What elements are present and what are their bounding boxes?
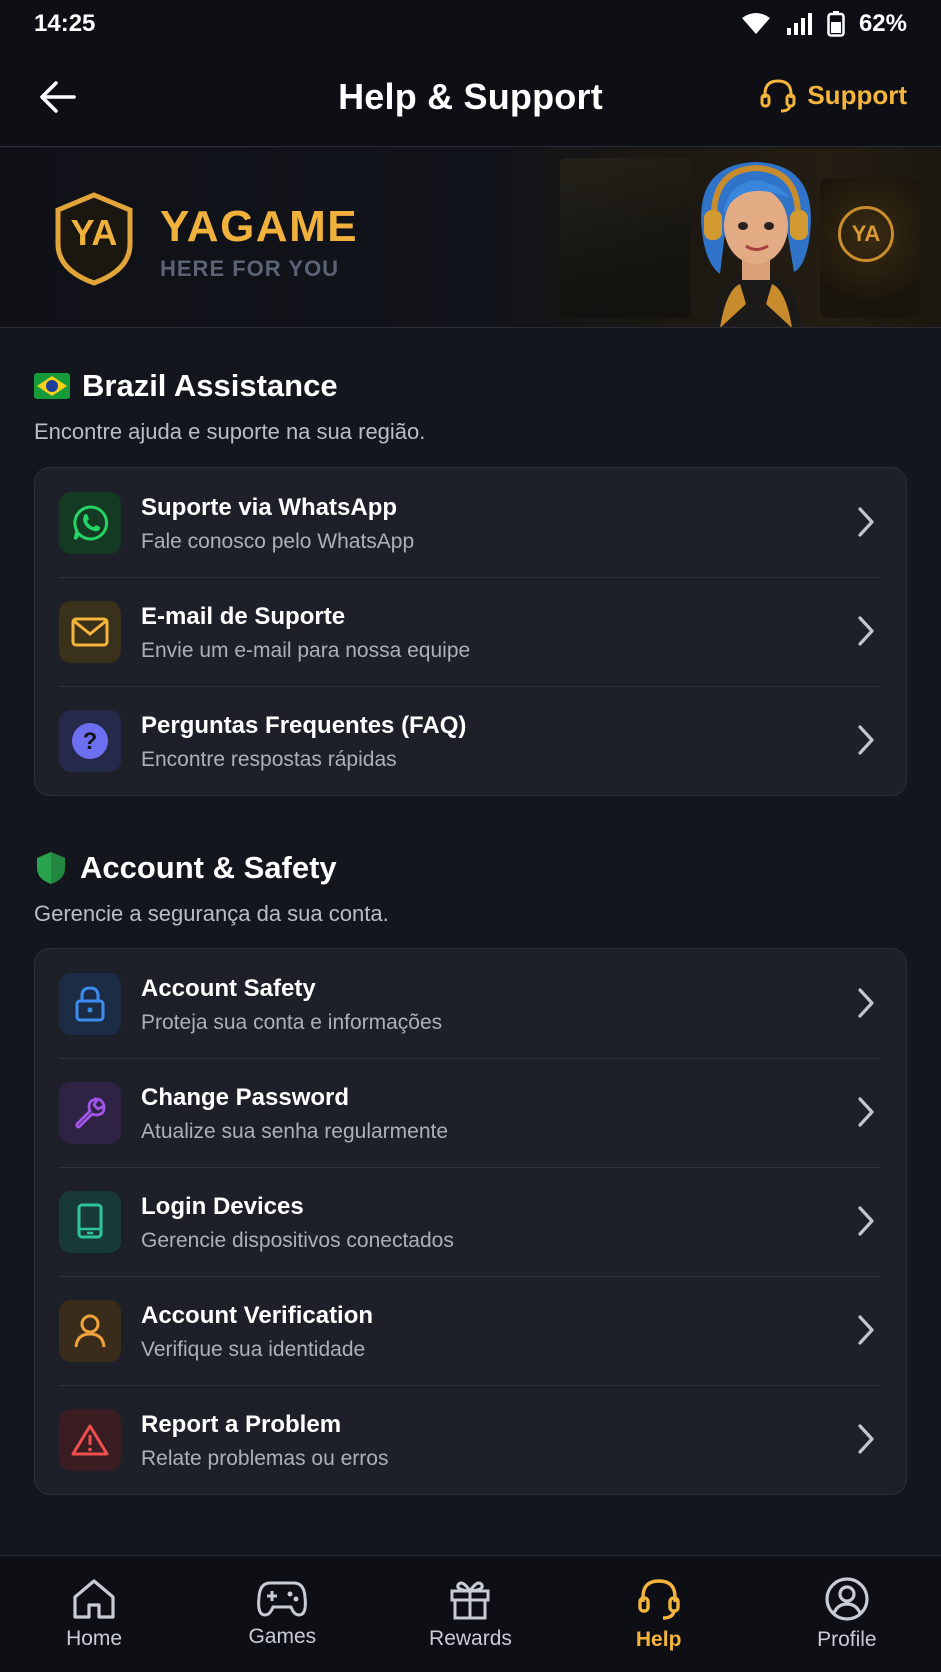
chevron-right-icon [858, 1097, 874, 1127]
profile-icon [825, 1577, 869, 1621]
item-title: Login Devices [141, 1193, 304, 1220]
status-icons: 62% [741, 10, 907, 38]
brand-logo-text: YA [70, 212, 118, 253]
nav-label: Rewards [429, 1627, 512, 1650]
chevron-right-icon [858, 507, 874, 537]
device-icon [59, 1191, 121, 1253]
account-safety-card: Account Safety Proteja sua conta e infor… [34, 948, 907, 1495]
nav-rewards[interactable]: Rewards [395, 1577, 545, 1651]
whatsapp-icon [59, 492, 121, 554]
whatsapp-support-item[interactable]: Suporte via WhatsApp Fale conosco pelo W… [35, 468, 906, 577]
alert-icon [59, 1409, 121, 1471]
item-title: Account Verification [141, 1302, 374, 1329]
nav-help[interactable]: Help [584, 1576, 734, 1652]
chevron-right-icon [858, 1315, 874, 1345]
item-title: Report a Problem [141, 1411, 342, 1438]
account-verification-item[interactable]: Account Verification Verifique sua ident… [35, 1276, 906, 1385]
item-subtitle: Relate problemas ou erros [141, 1447, 389, 1470]
section-heading-brazil: Brazil Assistance [34, 368, 338, 404]
section-subtitle: Encontre ajuda e suporte na sua região. [34, 419, 426, 444]
item-title: Account Safety [141, 975, 316, 1002]
gamepad-icon [257, 1581, 308, 1617]
question-icon: ? [59, 710, 121, 772]
wifi-icon [741, 12, 771, 36]
user-icon [59, 1300, 121, 1362]
nav-label: Profile [817, 1628, 877, 1651]
section-title: Account & Safety [80, 850, 337, 885]
item-subtitle: Fale conosco pelo WhatsApp [141, 530, 415, 553]
headset-icon [760, 79, 796, 113]
banner-background-art [560, 158, 690, 318]
item-subtitle: Proteja sua conta e informações [141, 1011, 443, 1034]
status-time: 14:25 [34, 10, 96, 37]
item-title: Perguntas Frequentes (FAQ) [141, 712, 467, 739]
top-app-bar: Help & Support Support [0, 48, 941, 147]
support-label: Support [807, 79, 907, 110]
brand-name: YAGAME [160, 202, 359, 251]
item-subtitle: Envie um e-mail para nossa equipe [141, 639, 471, 662]
brand-tagline: HERE FOR YOU [160, 256, 340, 281]
mascot-illustration [701, 162, 811, 327]
nav-profile[interactable]: Profile [772, 1576, 922, 1652]
section-subtitle: Gerencie a segurança da sua conta. [34, 901, 389, 926]
section-title: Brazil Assistance [82, 368, 338, 403]
gift-icon [450, 1581, 490, 1620]
report-problem-item[interactable]: Report a Problem Relate problemas ou err… [35, 1385, 906, 1494]
login-devices-item[interactable]: Login Devices Gerencie dispositivos cone… [35, 1167, 906, 1276]
item-subtitle: Gerencie dispositivos conectados [141, 1229, 454, 1252]
nav-home[interactable]: Home [19, 1577, 169, 1651]
section-heading-account: Account & Safety [34, 850, 337, 886]
brand-banner: YA YA YAGAME HERE FOR YOU [0, 148, 941, 328]
shield-icon [37, 852, 65, 884]
support-button[interactable]: Support [759, 76, 907, 114]
brazil-assistance-card: Suporte via WhatsApp Fale conosco pelo W… [34, 467, 907, 796]
change-password-item[interactable]: Change Password Atualize sua senha regul… [35, 1058, 906, 1167]
item-title: E-mail de Suporte [141, 603, 346, 630]
mail-icon [59, 601, 121, 663]
chevron-right-icon [858, 616, 874, 646]
chevron-right-icon [858, 725, 874, 755]
chevron-right-icon [858, 1424, 874, 1454]
signal-icon [785, 12, 813, 36]
battery-percent: 62% [858, 10, 907, 37]
item-subtitle: Verifique sua identidade [141, 1338, 366, 1361]
nav-label: Games [248, 1625, 317, 1648]
svg-text:?: ? [83, 728, 98, 755]
wrench-icon [59, 1082, 121, 1144]
chevron-right-icon [858, 1206, 874, 1236]
ya-coin-emblem: YA [838, 206, 894, 262]
nav-games[interactable]: Games [207, 1579, 357, 1649]
bottom-navigation: Home Games Rewards Help Profile [0, 1555, 941, 1672]
email-support-item[interactable]: E-mail de Suporte Envie um e-mail para n… [35, 577, 906, 686]
item-title: Change Password [141, 1084, 350, 1111]
account-safety-item[interactable]: Account Safety Proteja sua conta e infor… [35, 949, 906, 1058]
item-subtitle: Encontre respostas rápidas [141, 748, 397, 771]
status-bar: 14:25 62% [0, 0, 941, 48]
nav-label: Help [635, 1628, 682, 1651]
faq-item[interactable]: ? Perguntas Frequentes (FAQ) Encontre re… [35, 686, 906, 795]
headset-icon [637, 1579, 680, 1620]
battery-icon [827, 11, 845, 37]
item-title: Suporte via WhatsApp [141, 494, 398, 521]
home-icon [73, 1579, 115, 1619]
chevron-right-icon [858, 988, 874, 1018]
brazil-flag-icon [34, 373, 70, 399]
lock-icon [59, 973, 121, 1035]
item-subtitle: Atualize sua senha regularmente [141, 1120, 449, 1143]
nav-label: Home [66, 1627, 123, 1650]
